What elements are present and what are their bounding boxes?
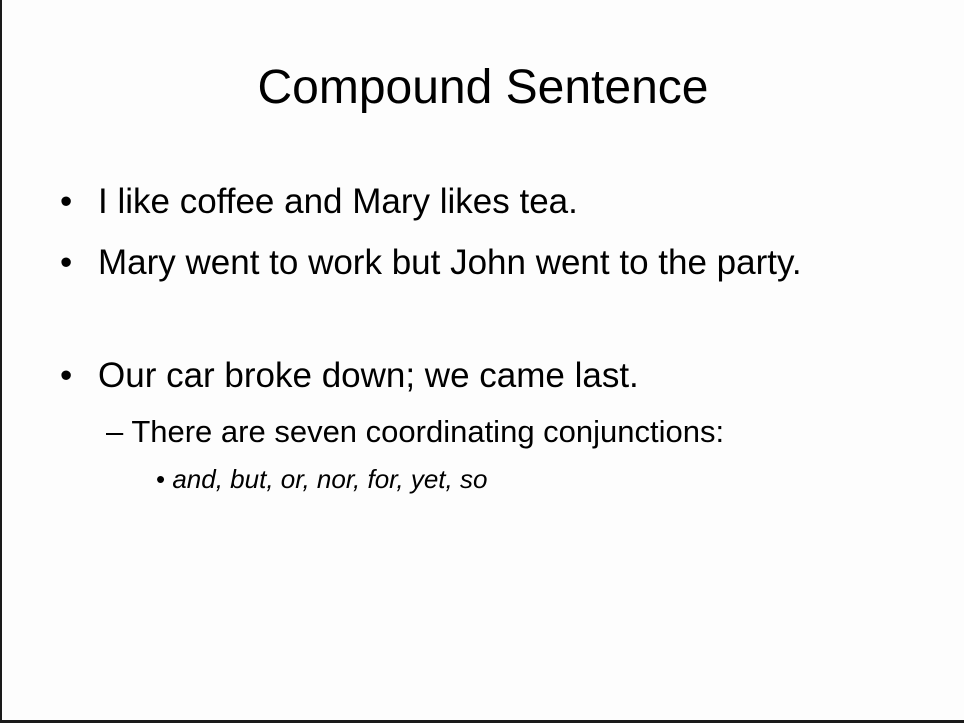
slide-title: Compound Sentence xyxy=(257,61,709,114)
slide: Compound Sentence • I like coffee and Ma… xyxy=(2,0,964,720)
bullet-text: Our car broke down; we came last. xyxy=(98,356,639,395)
sub-bullet-text: There are seven coordinating conjunction… xyxy=(131,414,725,449)
sub-sub-bullet-item: • and, but, or, nor, for, yet, so xyxy=(156,462,487,496)
bullet-marker: • xyxy=(60,182,73,221)
conjunctions-list: and, but, or, nor, for, yet, so xyxy=(172,464,488,494)
bullet-marker: • xyxy=(60,243,73,282)
sub-bullet-item: – There are seven coordinating conjuncti… xyxy=(106,412,724,452)
dash-marker: – xyxy=(106,414,124,449)
bullet-marker: • xyxy=(156,464,166,494)
bullet-text: Mary went to work but John went to the p… xyxy=(98,243,802,282)
bullet-marker: • xyxy=(60,356,73,395)
bullet-text: I like coffee and Mary likes tea. xyxy=(98,182,578,221)
